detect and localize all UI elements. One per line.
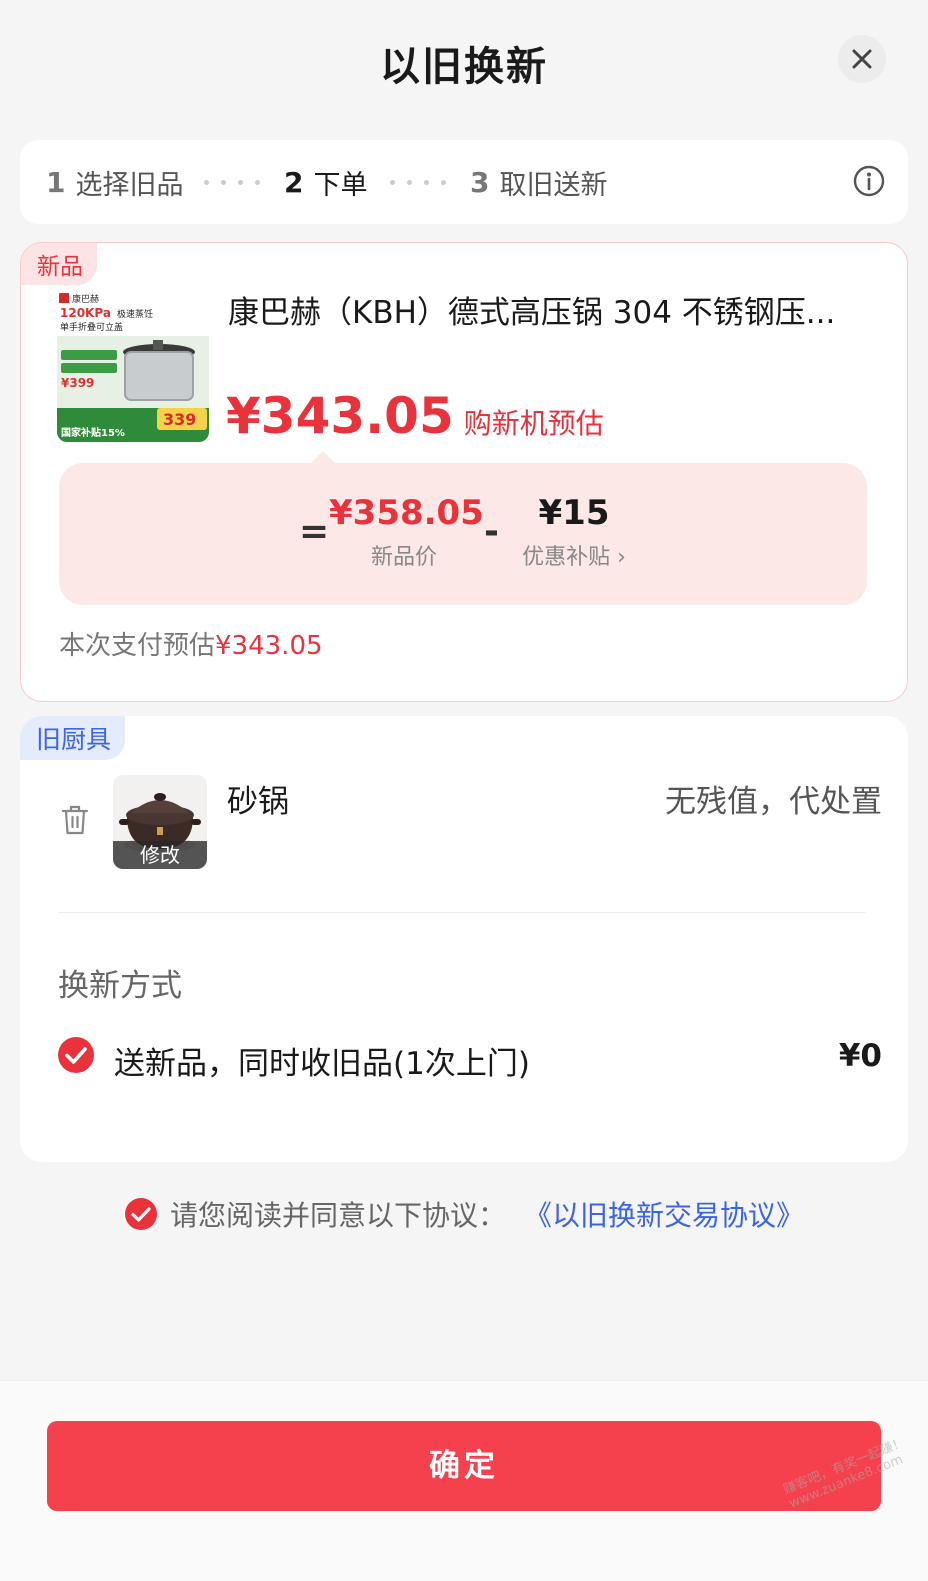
agreement-text: 请您阅读并同意以下协议： bbox=[170, 1199, 507, 1232]
minus-sign: - bbox=[484, 511, 499, 552]
svg-text:¥399: ¥399 bbox=[61, 376, 94, 390]
pay-estimate-label: 本次支付预估 bbox=[59, 631, 216, 661]
subsidy-label[interactable]: 优惠补贴 › bbox=[509, 539, 639, 571]
agreement-checkbox[interactable] bbox=[124, 1197, 158, 1231]
product-name[interactable]: 康巴赫（KBH）德式高压锅 304 不锈钢压... bbox=[228, 287, 888, 332]
formula-notch bbox=[311, 451, 335, 463]
page-title: 以旧换新 bbox=[380, 44, 548, 90]
new-item-thumbnail[interactable]: 康巴赫 120KPa 极速蒸饪 单手折叠可立盖 ¥399 339 国家补贴15% bbox=[57, 290, 209, 442]
svg-text:339: 339 bbox=[163, 410, 196, 429]
old-item-tag: 旧厨具 bbox=[20, 716, 126, 760]
steps-bar: 1 选择旧品 2 下单 3 取旧送新 bbox=[20, 140, 908, 224]
new-price-col: ¥358.05 新品价 bbox=[329, 493, 484, 571]
step-label: 选择旧品 bbox=[75, 170, 184, 201]
svg-text:极速蒸饪: 极速蒸饪 bbox=[117, 308, 153, 320]
new-price-label: 新品价 bbox=[370, 545, 437, 570]
subsidy-col[interactable]: ¥15 优惠补贴 › bbox=[509, 493, 639, 571]
step-label: 下单 bbox=[313, 170, 368, 201]
info-icon bbox=[853, 165, 885, 197]
delete-button[interactable] bbox=[60, 804, 90, 836]
divider bbox=[58, 912, 866, 913]
trash-icon bbox=[61, 805, 89, 835]
info-button[interactable] bbox=[852, 164, 886, 198]
method-title: 换新方式 bbox=[58, 968, 182, 1004]
step-number: 3 bbox=[470, 166, 490, 199]
check-icon bbox=[125, 1198, 157, 1230]
old-item-card: 旧厨具 修改 砂锅 无残值，代处置 换新方式 送新品，同时收旧品(1次上门) ¥… bbox=[20, 716, 908, 1162]
estimate-price-label: 购新机预估 bbox=[463, 407, 604, 440]
svg-text:康巴赫: 康巴赫 bbox=[72, 293, 99, 305]
equals-sign: = bbox=[299, 511, 330, 552]
pay-estimate-amount: ¥343.05 bbox=[215, 631, 323, 661]
new-price-value: ¥358.05 bbox=[329, 493, 484, 533]
agreement-row: 请您阅读并同意以下协议： 《以旧换新交易协议》 bbox=[124, 1194, 804, 1234]
pressure-cooker-image: 康巴赫 120KPa 极速蒸饪 单手折叠可立盖 ¥399 339 国家补贴15% bbox=[57, 290, 209, 442]
header: 以旧换新 bbox=[0, 0, 928, 128]
method-price: ¥0 bbox=[838, 1038, 882, 1074]
step-dots bbox=[390, 180, 446, 185]
old-item-thumbnail[interactable]: 修改 bbox=[113, 775, 207, 869]
confirm-button[interactable]: 确定 bbox=[47, 1421, 881, 1511]
step-2: 2 下单 bbox=[284, 163, 367, 202]
step-dots bbox=[204, 180, 260, 185]
step-1: 1 选择旧品 bbox=[46, 163, 183, 202]
method-option[interactable]: 送新品，同时收旧品(1次上门) bbox=[114, 1038, 530, 1083]
agreement-link[interactable]: 《以旧换新交易协议》 bbox=[524, 1194, 804, 1234]
step-number: 2 bbox=[284, 166, 304, 199]
trade-in-sheet: 以旧换新 1 选择旧品 2 下单 3 取旧送新 新品 康巴赫 120KPa 极速… bbox=[0, 0, 928, 1581]
subsidy-value: ¥15 bbox=[538, 493, 610, 533]
svg-text:120KPa: 120KPa bbox=[60, 306, 111, 320]
close-button[interactable] bbox=[838, 35, 886, 83]
svg-text:单手折叠可立盖: 单手折叠可立盖 bbox=[60, 321, 123, 333]
estimate-price-value: ¥343.05 bbox=[226, 387, 454, 445]
modify-button[interactable]: 修改 bbox=[113, 841, 207, 869]
step-label: 取旧送新 bbox=[499, 170, 608, 201]
old-item-value: 无残值，代处置 bbox=[665, 784, 882, 820]
step-3: 3 取旧送新 bbox=[470, 163, 607, 202]
check-icon bbox=[58, 1037, 94, 1073]
new-item-tag: 新品 bbox=[21, 243, 97, 285]
pay-estimate: 本次支付预估¥343.05 bbox=[59, 625, 323, 662]
close-icon bbox=[852, 49, 872, 69]
old-item-name: 砂锅 bbox=[227, 784, 289, 820]
svg-text:国家补贴15%: 国家补贴15% bbox=[61, 426, 125, 439]
step-number: 1 bbox=[46, 166, 66, 199]
method-checkbox[interactable] bbox=[57, 1036, 95, 1074]
new-item-card: 新品 康巴赫 120KPa 极速蒸饪 单手折叠可立盖 ¥399 339 国家补贴… bbox=[20, 242, 908, 702]
estimate-price: ¥343.05 购新机预估 bbox=[226, 387, 604, 445]
price-formula: = ¥358.05 新品价 - ¥15 优惠补贴 › bbox=[59, 463, 867, 605]
